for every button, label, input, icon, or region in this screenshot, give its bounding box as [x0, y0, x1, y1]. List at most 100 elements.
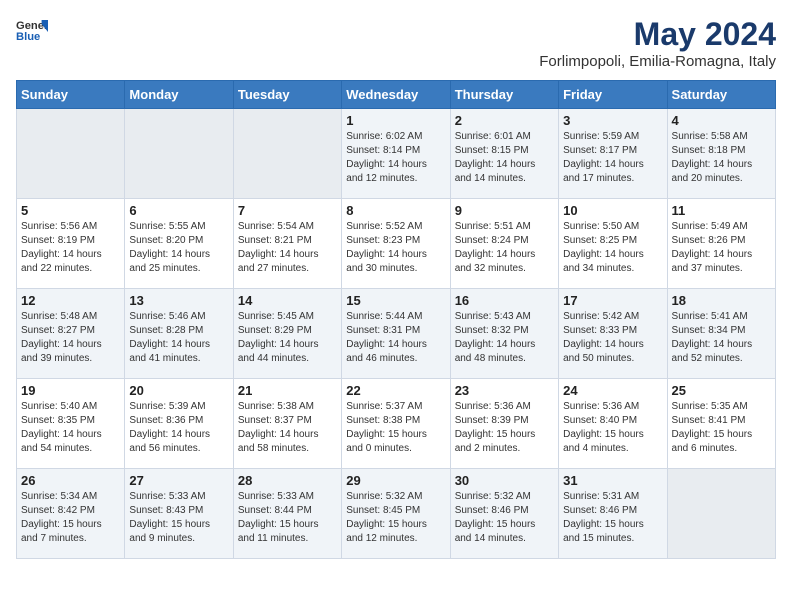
day-cell: 14Sunrise: 5:45 AMSunset: 8:29 PMDayligh… [233, 289, 341, 379]
day-number: 6 [129, 203, 228, 218]
cell-info: Sunrise: 5:32 AMSunset: 8:45 PMDaylight:… [346, 490, 445, 546]
day-number: 17 [563, 293, 662, 308]
day-number: 25 [672, 383, 771, 398]
day-cell: 5Sunrise: 5:56 AMSunset: 8:19 PMDaylight… [17, 199, 125, 289]
day-cell: 8Sunrise: 5:52 AMSunset: 8:23 PMDaylight… [342, 199, 450, 289]
day-number: 12 [21, 293, 120, 308]
day-number: 16 [455, 293, 554, 308]
cell-info: Sunrise: 5:46 AMSunset: 8:28 PMDaylight:… [129, 310, 228, 366]
cell-info: Sunrise: 5:55 AMSunset: 8:20 PMDaylight:… [129, 220, 228, 276]
day-cell: 29 Sunrise: 5:32 AMSunset: 8:45 PMDayligh… [342, 469, 450, 559]
header-day-monday: Monday [125, 81, 233, 109]
day-number: 30 [455, 473, 554, 488]
logo: General Blue [16, 16, 48, 44]
cell-info: Sunrise: 5:36 AMSunset: 8:40 PMDaylight:… [563, 400, 662, 456]
day-cell [17, 109, 125, 199]
day-number: 24 [563, 383, 662, 398]
header-day-sunday: Sunday [17, 81, 125, 109]
cell-info: Sunrise: 5:38 AMSunset: 8:37 PMDaylight:… [238, 400, 337, 456]
day-number: 26 [21, 473, 120, 488]
page-header: General Blue May 2024 Forlimpopoli, Emil… [16, 16, 776, 70]
cell-info: Sunrise: 5:43 AMSunset: 8:32 PMDaylight:… [455, 310, 554, 366]
day-cell [667, 469, 775, 559]
main-title: May 2024 [539, 16, 776, 53]
day-number: 5 [21, 203, 120, 218]
day-number: 4 [672, 113, 771, 128]
day-cell: 9Sunrise: 5:51 AMSunset: 8:24 PMDaylight… [450, 199, 558, 289]
cell-info: Sunrise: 6:01 AMSunset: 8:15 PMDaylight:… [455, 130, 554, 186]
day-number: 9 [455, 203, 554, 218]
day-cell: 23 Sunrise: 5:36 AMSunset: 8:39 PMDayligh… [450, 379, 558, 469]
cell-info: Sunrise: 5:50 AMSunset: 8:25 PMDaylight:… [563, 220, 662, 276]
cell-info: Sunrise: 5:58 AMSunset: 8:18 PMDaylight:… [672, 130, 771, 186]
cell-info: Sunrise: 5:34 AMSunset: 8:42 PMDaylight:… [21, 490, 120, 546]
header-day-wednesday: Wednesday [342, 81, 450, 109]
day-cell: 2 Sunrise: 6:01 AMSunset: 8:15 PMDaylight… [450, 109, 558, 199]
day-number: 23 [455, 383, 554, 398]
day-cell: 13 Sunrise: 5:46 AMSunset: 8:28 PMDayligh… [125, 289, 233, 379]
day-cell: 31 Sunrise: 5:31 AMSunset: 8:46 PMDayligh… [559, 469, 667, 559]
day-cell: 21Sunrise: 5:38 AMSunset: 8:37 PMDayligh… [233, 379, 341, 469]
day-cell: 25 Sunrise: 5:35 AMSunset: 8:41 PMDayligh… [667, 379, 775, 469]
day-number: 7 [238, 203, 337, 218]
day-cell: 19Sunrise: 5:40 AMSunset: 8:35 PMDayligh… [17, 379, 125, 469]
day-number: 31 [563, 473, 662, 488]
cell-info: Sunrise: 5:31 AMSunset: 8:46 PMDaylight:… [563, 490, 662, 546]
day-number: 27 [129, 473, 228, 488]
day-cell: 17Sunrise: 5:42 AMSunset: 8:33 PMDayligh… [559, 289, 667, 379]
day-cell [125, 109, 233, 199]
day-cell: 26 Sunrise: 5:34 AMSunset: 8:42 PMDayligh… [17, 469, 125, 559]
day-number: 10 [563, 203, 662, 218]
cell-info: Sunrise: 5:37 AMSunset: 8:38 PMDaylight:… [346, 400, 445, 456]
day-cell: 24 Sunrise: 5:36 AMSunset: 8:40 PMDayligh… [559, 379, 667, 469]
week-row-2: 5Sunrise: 5:56 AMSunset: 8:19 PMDaylight… [17, 199, 776, 289]
day-number: 14 [238, 293, 337, 308]
subtitle: Forlimpopoli, Emilia-Romagna, Italy [539, 53, 776, 70]
svg-text:Blue: Blue [16, 31, 40, 43]
calendar-header: SundayMondayTuesdayWednesdayThursdayFrid… [17, 81, 776, 109]
cell-info: Sunrise: 5:36 AMSunset: 8:39 PMDaylight:… [455, 400, 554, 456]
day-cell: 20 Sunrise: 5:39 AMSunset: 8:36 PMDayligh… [125, 379, 233, 469]
day-cell: 28 Sunrise: 5:33 AMSunset: 8:44 PMDayligh… [233, 469, 341, 559]
day-number: 13 [129, 293, 228, 308]
day-number: 2 [455, 113, 554, 128]
calendar-body: 1 Sunrise: 6:02 AMSunset: 8:14 PMDaylight… [17, 109, 776, 559]
cell-info: Sunrise: 5:33 AMSunset: 8:44 PMDaylight:… [238, 490, 337, 546]
week-row-3: 12Sunrise: 5:48 AMSunset: 8:27 PMDayligh… [17, 289, 776, 379]
cell-info: Sunrise: 5:35 AMSunset: 8:41 PMDaylight:… [672, 400, 771, 456]
day-number: 29 [346, 473, 445, 488]
week-row-1: 1 Sunrise: 6:02 AMSunset: 8:14 PMDaylight… [17, 109, 776, 199]
day-number: 8 [346, 203, 445, 218]
day-number: 20 [129, 383, 228, 398]
header-day-friday: Friday [559, 81, 667, 109]
day-cell: 10 Sunrise: 5:50 AMSunset: 8:25 PMDayligh… [559, 199, 667, 289]
day-number: 18 [672, 293, 771, 308]
day-cell [233, 109, 341, 199]
day-cell: 16 Sunrise: 5:43 AMSunset: 8:32 PMDayligh… [450, 289, 558, 379]
day-number: 1 [346, 113, 445, 128]
day-cell: 15Sunrise: 5:44 AMSunset: 8:31 PMDayligh… [342, 289, 450, 379]
cell-info: Sunrise: 5:40 AMSunset: 8:35 PMDaylight:… [21, 400, 120, 456]
week-row-4: 19Sunrise: 5:40 AMSunset: 8:35 PMDayligh… [17, 379, 776, 469]
cell-info: Sunrise: 6:02 AMSunset: 8:14 PMDaylight:… [346, 130, 445, 186]
cell-info: Sunrise: 5:32 AMSunset: 8:46 PMDaylight:… [455, 490, 554, 546]
day-number: 3 [563, 113, 662, 128]
week-row-5: 26 Sunrise: 5:34 AMSunset: 8:42 PMDayligh… [17, 469, 776, 559]
day-number: 15 [346, 293, 445, 308]
day-cell: 22 Sunrise: 5:37 AMSunset: 8:38 PMDayligh… [342, 379, 450, 469]
day-cell: 27Sunrise: 5:33 AMSunset: 8:43 PMDayligh… [125, 469, 233, 559]
cell-info: Sunrise: 5:54 AMSunset: 8:21 PMDaylight:… [238, 220, 337, 276]
cell-info: Sunrise: 5:49 AMSunset: 8:26 PMDaylight:… [672, 220, 771, 276]
day-cell: 4 Sunrise: 5:58 AMSunset: 8:18 PMDaylight… [667, 109, 775, 199]
day-cell: 30 Sunrise: 5:32 AMSunset: 8:46 PMDayligh… [450, 469, 558, 559]
header-day-saturday: Saturday [667, 81, 775, 109]
day-number: 11 [672, 203, 771, 218]
header-day-thursday: Thursday [450, 81, 558, 109]
header-day-tuesday: Tuesday [233, 81, 341, 109]
cell-info: Sunrise: 5:59 AMSunset: 8:17 PMDaylight:… [563, 130, 662, 186]
logo-icon: General Blue [16, 16, 48, 44]
cell-info: Sunrise: 5:39 AMSunset: 8:36 PMDaylight:… [129, 400, 228, 456]
day-cell: 6 Sunrise: 5:55 AMSunset: 8:20 PMDaylight… [125, 199, 233, 289]
day-number: 22 [346, 383, 445, 398]
day-number: 28 [238, 473, 337, 488]
